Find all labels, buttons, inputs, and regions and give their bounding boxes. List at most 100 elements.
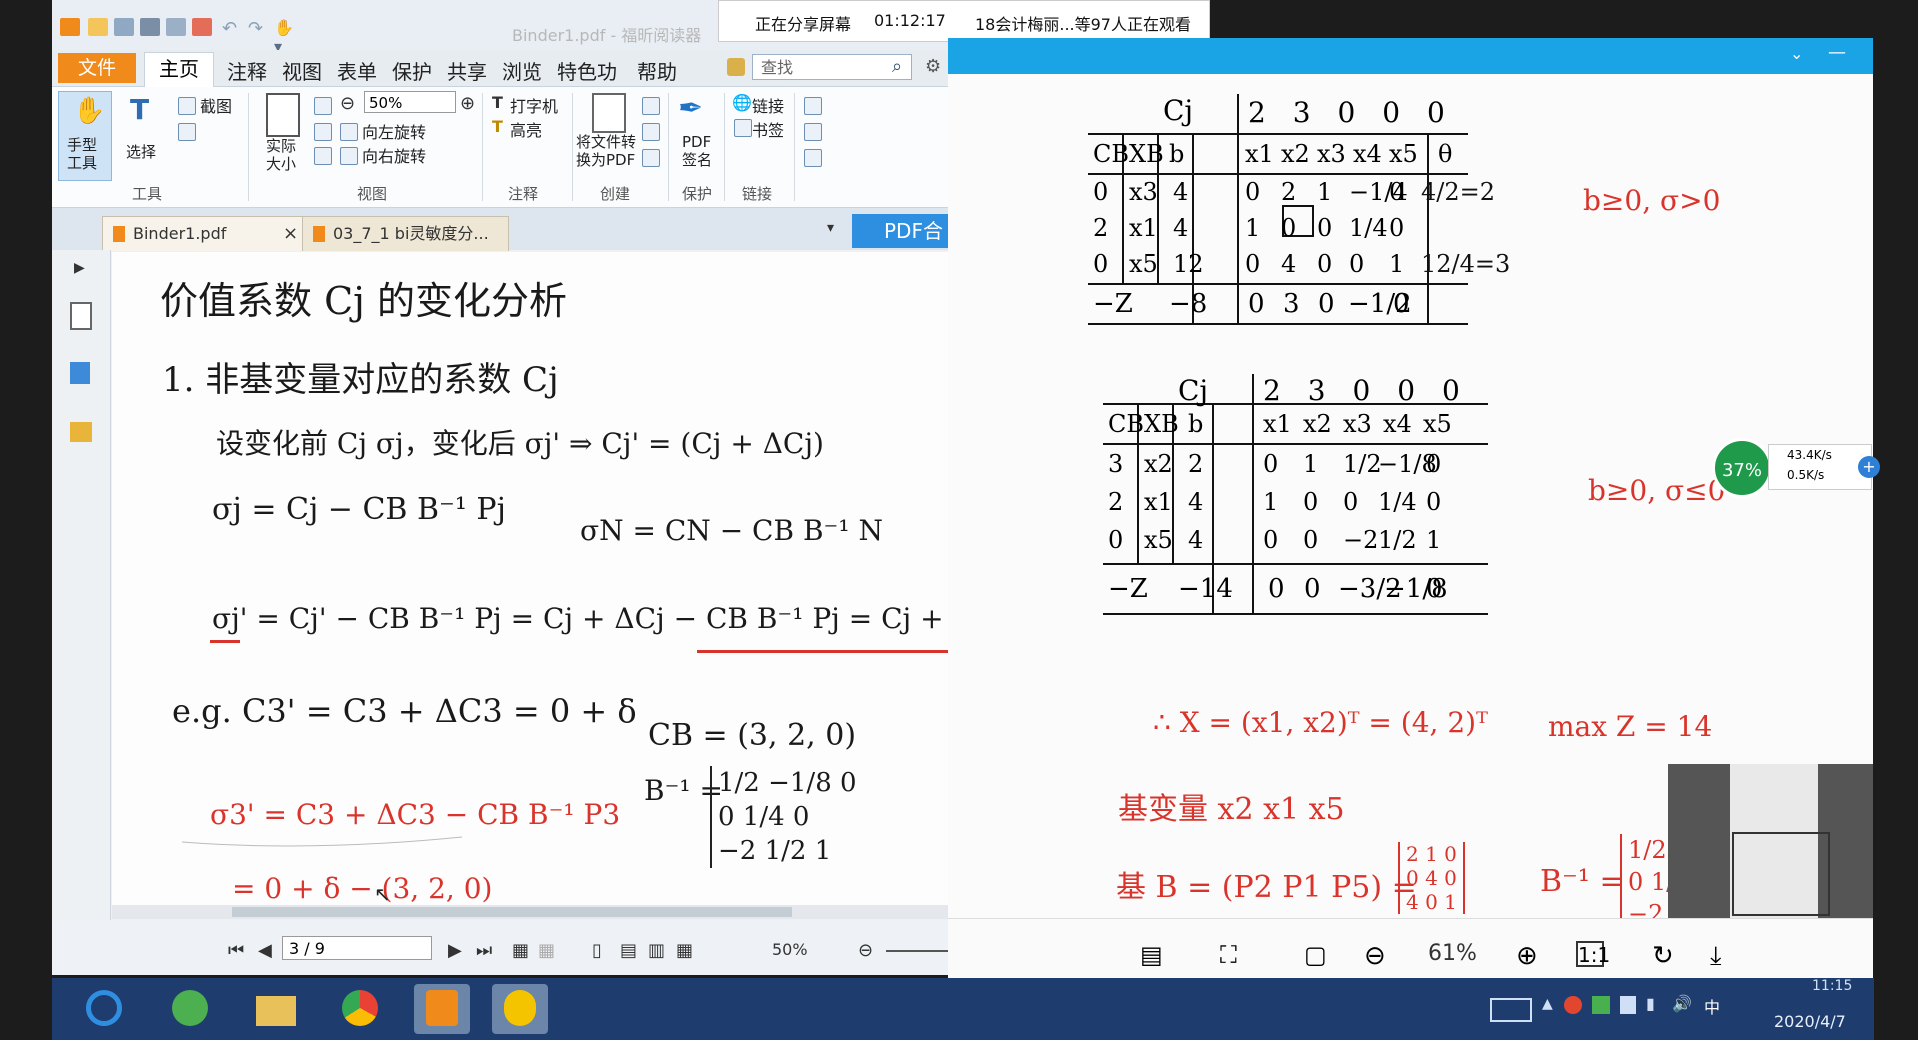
highlight-button[interactable]: 高亮	[510, 117, 542, 141]
edge-icon[interactable]	[162, 984, 218, 1034]
hand-dropdown-icon[interactable]: ✋▾	[274, 18, 294, 56]
navigator-thumbnail[interactable]	[1668, 764, 1873, 919]
comments-icon[interactable]	[70, 422, 92, 442]
new-icon[interactable]	[192, 18, 212, 36]
foxit-reader-icon[interactable]	[414, 984, 470, 1034]
create-icon-1[interactable]	[642, 97, 660, 115]
rotate-right-button[interactable]: 向右旋转	[362, 143, 426, 167]
bookmark-button[interactable]: 书签	[752, 117, 784, 141]
fit-screen-icon[interactable]: ⛶	[1220, 941, 1248, 969]
menu-annotate[interactable]: 注释	[227, 56, 267, 85]
save-icon[interactable]	[114, 18, 134, 36]
zoom-in-icon[interactable]: ⊕	[460, 93, 475, 114]
usb-icon[interactable]	[1620, 996, 1636, 1014]
print-icon[interactable]	[140, 18, 160, 36]
menu-form[interactable]: 表单	[337, 56, 377, 85]
image-icon[interactable]	[804, 123, 822, 141]
menu-file[interactable]: 文件	[58, 53, 136, 83]
search-icon[interactable]: ⌕	[892, 56, 902, 77]
zoom-out-icon[interactable]: ⊖	[340, 93, 355, 114]
clipboard-icon[interactable]	[178, 123, 196, 141]
tray-expand-icon[interactable]: ▲	[1542, 996, 1553, 1012]
select-tool-button[interactable]: T 选择	[122, 91, 168, 179]
actual-size-icon[interactable]: ▢	[1304, 941, 1332, 969]
minimize-icon[interactable]: —	[1828, 42, 1846, 63]
menu-home[interactable]: 主页	[144, 52, 214, 87]
convert-pdf-button[interactable]: 将文件转 换为PDF	[576, 133, 636, 169]
pdf-merge-button[interactable]: PDF合	[852, 214, 952, 248]
next-view-icon[interactable]: ▦	[538, 940, 555, 961]
page-number-input[interactable]: 3 / 9	[282, 936, 432, 960]
menu-browse[interactable]: 浏览	[502, 56, 542, 85]
previous-page-icon[interactable]: ◀	[258, 940, 272, 961]
menu-features[interactable]: 特色功	[557, 56, 617, 85]
link-button[interactable]: 链接	[752, 93, 784, 117]
layers-icon[interactable]	[70, 362, 90, 384]
facing-icon[interactable]: ▥	[648, 940, 665, 961]
search-input[interactable]: 查找	[752, 54, 912, 80]
last-page-icon[interactable]: ⏭	[476, 940, 492, 961]
zoom-slider[interactable]	[886, 950, 952, 952]
chevron-down-icon[interactable]: ⌄	[1790, 44, 1803, 63]
open-icon[interactable]	[88, 18, 108, 36]
rotate-small-icon[interactable]	[314, 123, 332, 141]
pen-app-icon[interactable]	[492, 984, 548, 1034]
typewriter-button[interactable]: 打字机	[510, 93, 558, 117]
percent-badge[interactable]: 37%	[1712, 438, 1772, 498]
gear-icon[interactable]: ⚙	[925, 56, 941, 77]
expand-icon[interactable]: ▶	[74, 260, 85, 276]
zoom-select[interactable]: 50%	[364, 91, 456, 113]
rotate-left-button[interactable]: 向左旋转	[362, 119, 426, 143]
next-page-icon[interactable]: ▶	[448, 940, 462, 961]
ie-browser-icon[interactable]	[76, 984, 132, 1034]
network-icon[interactable]: ▮	[1646, 994, 1655, 1013]
tab-binder1[interactable]: Binder1.pdf ×	[102, 216, 304, 251]
wechat-icon[interactable]	[1592, 996, 1610, 1014]
ime-indicator[interactable]: 中	[1704, 994, 1720, 1018]
rotate-icon[interactable]: ↻	[1652, 941, 1680, 971]
fit-icon[interactable]	[314, 97, 332, 115]
file-explorer-icon[interactable]	[248, 984, 304, 1034]
menu-help[interactable]: 帮助	[637, 56, 677, 85]
zoom-out-icon[interactable]: ⊖	[858, 940, 873, 961]
tab-sensitivity[interactable]: 03_7_1 bi灵敏度分...	[302, 216, 509, 251]
zoom-out-icon[interactable]: ⊖	[1364, 941, 1392, 971]
one-to-one-icon[interactable]: 1:1	[1576, 941, 1610, 967]
attach-icon[interactable]	[804, 97, 822, 115]
chrome-icon[interactable]	[332, 984, 388, 1034]
tab-list-chevron-icon[interactable]: ▾	[827, 220, 834, 236]
hand-tool-button[interactable]: ✋ 手型 工具	[58, 91, 112, 181]
download-icon[interactable]: ⤓	[1710, 941, 1738, 971]
viewport-box[interactable]	[1732, 832, 1830, 916]
pdf-sign-button[interactable]: PDF 签名	[682, 133, 712, 169]
menu-view[interactable]: 视图	[282, 56, 322, 85]
menu-share[interactable]: 共享	[447, 56, 487, 85]
create-icon-3[interactable]	[642, 149, 660, 167]
search-tool-icon[interactable]	[727, 58, 745, 76]
horizontal-scrollbar[interactable]	[112, 905, 952, 919]
continuous-icon[interactable]: ▤	[620, 940, 637, 961]
zoom-level[interactable]: 50%	[772, 940, 808, 959]
page-thumbnails-icon[interactable]	[70, 302, 92, 330]
scan-icon[interactable]	[166, 18, 186, 36]
single-page-icon[interactable]: ▯	[592, 940, 602, 961]
prev-view-icon[interactable]: ▦	[512, 940, 529, 961]
menu-protect[interactable]: 保护	[392, 56, 432, 85]
first-page-icon[interactable]: ⏮	[228, 940, 244, 961]
crop-icon[interactable]	[314, 147, 332, 165]
screenshot-button[interactable]: 截图	[200, 93, 232, 117]
media-icon[interactable]	[804, 149, 822, 167]
actual-size-button[interactable]: 实际 大小	[266, 137, 296, 173]
zoom-in-icon[interactable]: ⊕	[1516, 941, 1544, 971]
create-icon-2[interactable]	[642, 123, 660, 141]
undo-icon[interactable]: ↶	[222, 18, 242, 39]
layout-icon[interactable]: ▤	[1140, 941, 1168, 969]
volume-icon[interactable]: 🔊	[1672, 994, 1692, 1013]
clock-date[interactable]: 2020/4/7	[1774, 1012, 1846, 1031]
keyboard-icon[interactable]	[1490, 998, 1532, 1022]
plus-icon[interactable]: +	[1858, 456, 1880, 478]
scrollbar-thumb[interactable]	[232, 907, 792, 917]
qq-icon[interactable]	[1564, 996, 1582, 1014]
cover-icon[interactable]: ▦	[676, 940, 693, 961]
redo-icon[interactable]: ↷	[248, 18, 268, 39]
